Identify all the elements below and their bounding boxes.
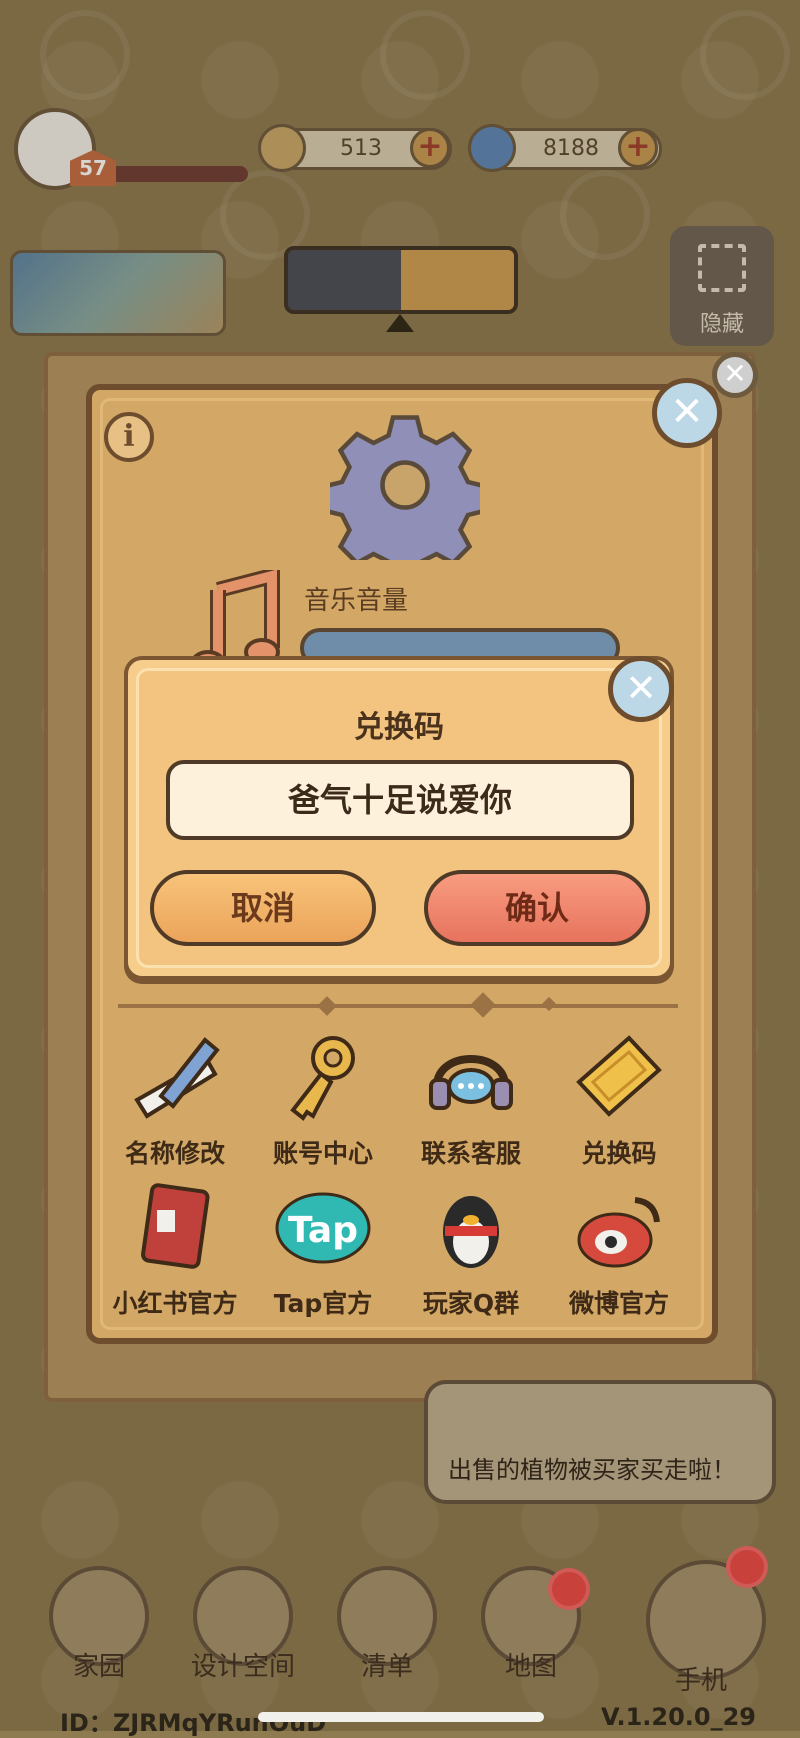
svg-text:Tap: Tap	[288, 1210, 358, 1251]
nav-label: 地图	[504, 1652, 557, 1682]
nav-label: 设计空间	[190, 1652, 295, 1682]
version-label: V.1.20.0_29	[600, 1703, 756, 1731]
tap-logo-icon: Tap	[275, 1192, 371, 1264]
close-settings-button[interactable]: ✕	[652, 378, 722, 448]
notification-bubble[interactable]	[424, 1380, 776, 1504]
grid-item-xiaohongshu[interactable]: 小红书官方	[100, 1180, 250, 1320]
notification-dot	[726, 1546, 768, 1588]
close-icon[interactable]: ✕	[712, 352, 758, 398]
grid-item-redeem[interactable]: 兑换码	[544, 1030, 694, 1170]
divider	[118, 1004, 678, 1008]
nav-label: 清单	[360, 1652, 413, 1682]
penguin-icon	[443, 1196, 499, 1268]
grid-label: 微博官方	[568, 1289, 669, 1318]
grid-label: 兑换码	[581, 1139, 657, 1168]
notification-dot	[548, 1568, 590, 1610]
music-volume-label: 音乐音量	[304, 586, 409, 616]
confirm-button[interactable]: 确认	[424, 870, 650, 946]
grid-label: 联系客服	[420, 1139, 521, 1168]
nav-design[interactable]: 设计空间	[188, 1566, 298, 1683]
book-icon	[141, 1183, 210, 1269]
dialog-title: 兑换码	[354, 710, 444, 745]
gear-icon	[330, 415, 480, 560]
info-icon[interactable]: i	[104, 412, 154, 462]
redeem-code-input[interactable]: 爸气十足说爱你	[166, 760, 634, 840]
pencil-icon	[134, 1037, 220, 1119]
grid-item-support[interactable]: 联系客服	[396, 1030, 546, 1170]
ticket-icon	[576, 1035, 662, 1117]
grid-label: Tap官方	[273, 1289, 373, 1318]
headset-icon	[429, 1055, 513, 1110]
key-icon	[290, 1036, 355, 1121]
grid-item-tap[interactable]: Tap Tap官方	[248, 1180, 398, 1320]
grid-item-qq-group[interactable]: 玩家Q群	[396, 1180, 546, 1320]
nav-label: 手机	[674, 1666, 727, 1696]
nav-label: 家园	[72, 1652, 125, 1682]
grid-label: 玩家Q群	[422, 1289, 520, 1318]
cancel-button[interactable]: 取消	[150, 870, 376, 946]
grid-item-rename[interactable]: 名称修改	[100, 1030, 250, 1170]
nav-list[interactable]: 清单	[332, 1566, 442, 1683]
nav-home[interactable]: 家园	[44, 1566, 154, 1683]
notification-text: 出售的植物被买家买走啦！	[448, 1456, 736, 1484]
home-indicator	[258, 1712, 544, 1722]
grid-label: 小红书官方	[112, 1289, 238, 1318]
grid-item-account[interactable]: 账号中心	[248, 1030, 398, 1170]
grid-label: 账号中心	[272, 1139, 373, 1168]
grid-item-weibo[interactable]: 微博官方	[544, 1180, 694, 1320]
grid-label: 名称修改	[124, 1139, 225, 1168]
weibo-icon	[577, 1197, 660, 1268]
